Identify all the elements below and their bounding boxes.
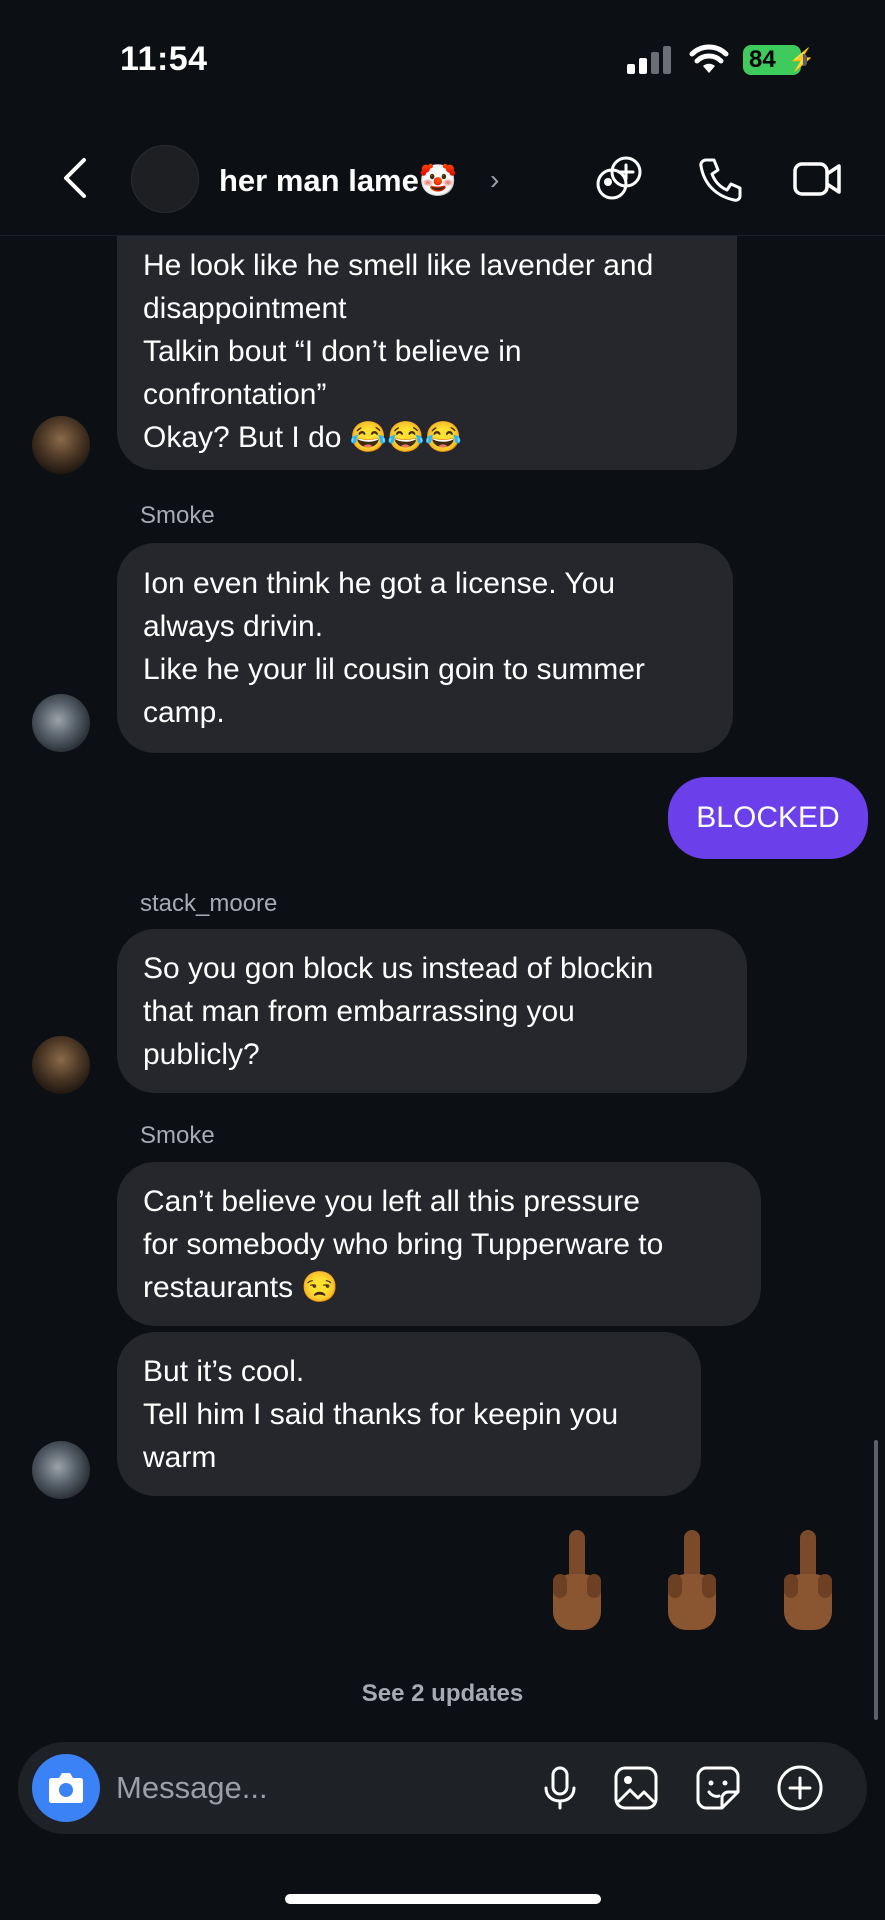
message-line: confrontation” bbox=[143, 378, 327, 411]
message-line: BLOCKED bbox=[696, 801, 840, 834]
sender-avatar[interactable] bbox=[32, 1441, 90, 1499]
message-line: camp. bbox=[143, 696, 225, 729]
add-people-icon[interactable] bbox=[594, 154, 646, 204]
message-bubble[interactable]: Ion even think he got a license. You alw… bbox=[117, 543, 733, 753]
status-bar: 11:54 84 ⚡ bbox=[0, 0, 885, 120]
message-line: disappointment bbox=[143, 292, 347, 325]
middle-finger-emoji[interactable] bbox=[545, 1530, 609, 1640]
sender-name: Smoke bbox=[140, 1122, 215, 1149]
see-updates-link[interactable]: See 2 updates bbox=[0, 1680, 885, 1708]
sticker-icon[interactable] bbox=[694, 1764, 742, 1812]
sender-name: stack_moore bbox=[140, 890, 278, 917]
home-indicator[interactable] bbox=[285, 1894, 601, 1904]
message-line: warm bbox=[143, 1441, 217, 1474]
message-composer[interactable]: Message... bbox=[18, 1742, 867, 1834]
back-arrow-icon[interactable] bbox=[56, 156, 96, 200]
message-line: Talkin bout “I don’t believe in bbox=[143, 335, 522, 368]
message-line: He look like he smell like lavender and bbox=[143, 249, 654, 282]
message-line: Like he your lil cousin goin to summer bbox=[143, 653, 645, 686]
battery-nub bbox=[803, 54, 807, 66]
chevron-right-icon[interactable]: › bbox=[490, 164, 499, 196]
message-input[interactable]: Message... bbox=[116, 1770, 268, 1806]
charging-bolt-icon: ⚡ bbox=[788, 47, 816, 72]
message-bubble[interactable]: Can’t believe you left all this pressure… bbox=[117, 1162, 761, 1326]
mic-icon[interactable] bbox=[536, 1764, 584, 1812]
cellular-signal-icon bbox=[627, 46, 673, 74]
message-line: So you gon block us instead of blockin bbox=[143, 952, 654, 985]
wifi-icon bbox=[689, 44, 729, 73]
chat-title[interactable]: her man lame🤡 bbox=[219, 162, 457, 199]
message-line: Okay? But I do 😂😂😂 bbox=[143, 421, 462, 454]
sender-avatar[interactable] bbox=[32, 694, 90, 752]
outgoing-message-bubble[interactable]: BLOCKED bbox=[668, 777, 868, 859]
middle-finger-emoji[interactable] bbox=[660, 1530, 724, 1640]
message-line: Tell him I said thanks for keepin you bbox=[143, 1398, 619, 1431]
sender-avatar[interactable] bbox=[32, 416, 90, 474]
message-list[interactable]: He look like he smell like lavender and … bbox=[0, 236, 885, 1730]
status-time: 11:54 bbox=[120, 40, 208, 78]
message-bubble[interactable]: But it’s cool. Tell him I said thanks fo… bbox=[117, 1332, 701, 1496]
message-line: for somebody who bring Tupperware to bbox=[143, 1228, 664, 1261]
group-avatar[interactable] bbox=[131, 145, 199, 213]
message-line: But it’s cool. bbox=[143, 1355, 305, 1388]
message-line: publicly? bbox=[143, 1038, 260, 1071]
video-icon[interactable] bbox=[791, 154, 843, 204]
message-line: that man from embarrassing you bbox=[143, 995, 575, 1028]
gallery-icon[interactable] bbox=[612, 1764, 660, 1812]
message-bubble[interactable]: So you gon block us instead of blockin t… bbox=[117, 929, 747, 1093]
camera-icon bbox=[49, 1773, 83, 1803]
phone-icon[interactable] bbox=[694, 154, 746, 204]
camera-button[interactable] bbox=[32, 1754, 100, 1822]
sender-avatar[interactable] bbox=[32, 1036, 90, 1094]
message-line: Ion even think he got a license. You bbox=[143, 567, 616, 600]
message-line: restaurants 😒 bbox=[143, 1271, 339, 1304]
plus-icon[interactable] bbox=[776, 1764, 824, 1812]
scrollbar[interactable] bbox=[874, 1440, 878, 1720]
message-line: always drivin. bbox=[143, 610, 324, 643]
middle-finger-emoji[interactable] bbox=[776, 1530, 840, 1640]
sender-name: Smoke bbox=[140, 502, 215, 529]
message-line: Can’t believe you left all this pressure bbox=[143, 1185, 640, 1218]
message-bubble[interactable]: He look like he smell like lavender and … bbox=[117, 236, 737, 470]
chat-header: her man lame🤡 › bbox=[0, 120, 885, 236]
